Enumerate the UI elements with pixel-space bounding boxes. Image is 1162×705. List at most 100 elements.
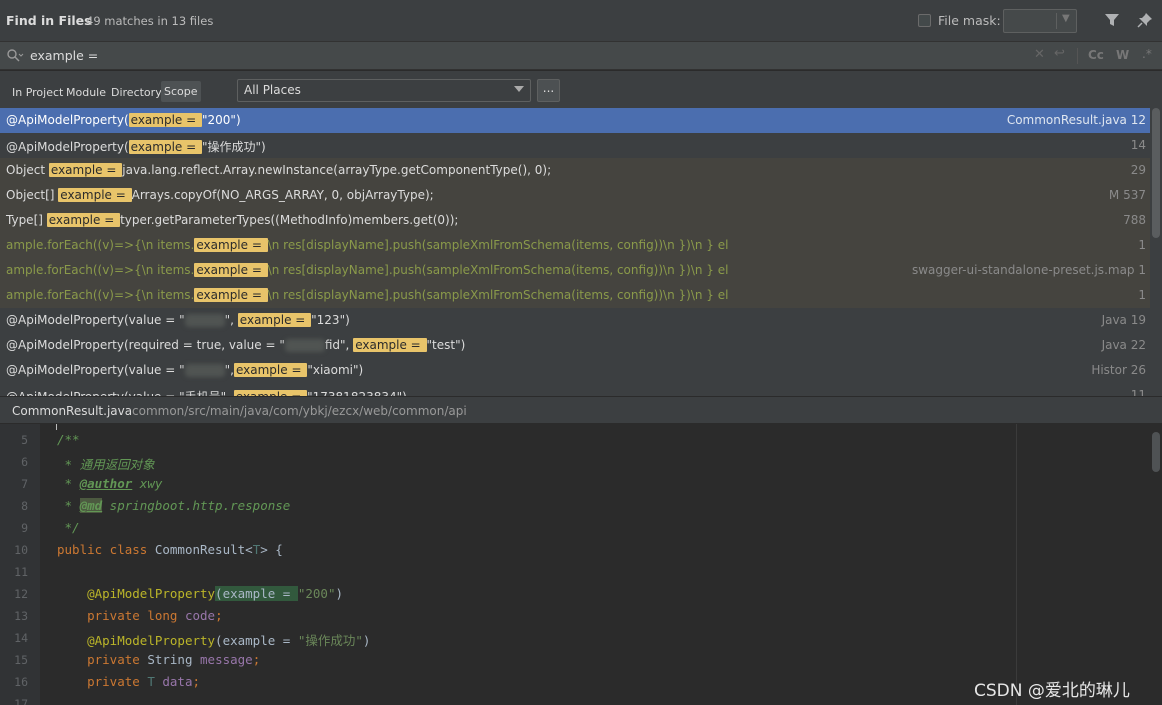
search-bar: example = ✕ ↩ Cc W .*: [0, 42, 1162, 70]
file-mask-combo[interactable]: ▼: [1003, 9, 1077, 33]
result-line-text: @ApiModelProperty(value = " ", example = …: [6, 313, 350, 327]
clear-icon[interactable]: ✕: [1034, 47, 1045, 62]
result-prefix: @ApiModelProperty(value = ": [6, 363, 185, 377]
tab-in-project[interactable]: In Project: [12, 86, 63, 99]
scope-places-select[interactable]: All Places: [237, 79, 531, 102]
result-suffix: "操作成功"): [202, 140, 266, 154]
result-suffix: Arrays.copyOf(NO_ARGS_ARRAY, 0, objArray…: [131, 188, 434, 202]
regex-toggle[interactable]: .*: [1142, 47, 1152, 61]
result-line-text: Object example = java.lang.reflect.Array…: [6, 163, 551, 177]
code-preview-editor[interactable]: 5 /** 6 * 通用返回对象 7 * @author xwy 8 * @md…: [0, 424, 1162, 705]
preview-file-path: common/src/main/java/com/ybkj/ezcx/web/c…: [132, 404, 467, 418]
line-number: 6: [21, 455, 28, 469]
line-number: 11: [14, 565, 28, 579]
keyword: long: [139, 608, 185, 623]
result-prefix: Type[]: [6, 213, 47, 227]
annotation: @ApiModelProperty: [87, 586, 216, 601]
result-suffix: "200"): [202, 113, 241, 127]
result-row[interactable]: @ApiModelProperty(value = " ", example = "…: [0, 358, 1150, 383]
code-line: 5 /**: [0, 430, 1150, 452]
search-input[interactable]: example =: [30, 48, 98, 63]
punctuation: ;: [252, 652, 261, 667]
result-row[interactable]: ample.forEach((v)=>{\n items. example = \…: [0, 233, 1150, 258]
result-mid: ",: [224, 363, 234, 377]
result-row[interactable]: ample.forEach((v)=>{\n items. example = \…: [0, 283, 1150, 308]
keyword: public: [57, 542, 103, 557]
field-name: message: [200, 652, 253, 667]
line-number: 12: [14, 587, 28, 601]
chevron-down-icon[interactable]: ▼: [1062, 13, 1070, 24]
field-name: data: [162, 674, 193, 689]
result-suffix: \n res[displayName].push(sampleXmlFromSc…: [267, 288, 729, 302]
line-number: 17: [14, 697, 28, 705]
file-mask-checkbox[interactable]: [918, 14, 931, 27]
code-line: 15 private String message;: [0, 650, 1150, 672]
result-row[interactable]: @ApiModelProperty(value = "手机号", example…: [0, 383, 1150, 396]
code-text: public class CommonResult<T> {: [57, 542, 283, 557]
code-line: 10 public class CommonResult<T> {: [0, 540, 1150, 562]
scope-row: In Project Module Directory Scope All Pl…: [0, 71, 1162, 108]
result-row[interactable]: @ApiModelProperty(example = "200") Common…: [0, 108, 1150, 133]
result-row[interactable]: ample.forEach((v)=>{\n items. example = \…: [0, 258, 1150, 283]
editor-scroll-thumb[interactable]: [1152, 432, 1160, 472]
result-row[interactable]: @ApiModelProperty(required = true, value…: [0, 333, 1150, 358]
pin-icon[interactable]: [1136, 11, 1154, 29]
result-row[interactable]: @ApiModelProperty(example = "操作成功") 14: [0, 133, 1150, 158]
search-match-highlight: example =: [128, 113, 202, 127]
result-line-text: @ApiModelProperty(example = "200"): [6, 113, 241, 127]
result-suffix: \n res[displayName].push(sampleXmlFromSc…: [267, 238, 729, 252]
tab-directory[interactable]: Directory: [111, 86, 162, 99]
tab-module[interactable]: Module: [66, 86, 106, 99]
result-line-text: @ApiModelProperty(value = "手机号", example…: [6, 388, 407, 396]
result-file-location: Java 19: [1101, 313, 1146, 327]
doc-tag: @md: [79, 498, 103, 513]
code-text: private long code;: [57, 608, 222, 623]
words-toggle[interactable]: W: [1116, 48, 1129, 62]
result-prefix: @ApiModelProperty(value = ": [6, 313, 185, 327]
result-file-location: 1: [1138, 238, 1146, 252]
redacted-text: [184, 364, 225, 377]
results-scrollbar[interactable]: [1150, 108, 1162, 396]
code-text: @ApiModelProperty(example = "200"): [57, 586, 343, 601]
search-icon[interactable]: [6, 48, 24, 64]
result-mid: fid",: [324, 338, 354, 352]
result-file-location: swagger-ui-standalone-preset.js.map 1: [911, 263, 1146, 277]
match-count: 49 matches in 13 files: [86, 14, 214, 28]
code-text: private T data;: [57, 674, 200, 689]
new-line-icon[interactable]: ↩: [1054, 46, 1065, 61]
result-prefix: @ApiModelProperty(required = true, value…: [6, 338, 285, 352]
annotation-args: (example =: [215, 633, 298, 648]
tab-scope[interactable]: Scope: [161, 81, 201, 102]
code-text: /**: [57, 432, 80, 447]
result-row[interactable]: Object example = java.lang.reflect.Array…: [0, 158, 1150, 183]
result-suffix: java.lang.reflect.Array.newInstance(arra…: [122, 163, 552, 177]
code-line: 13 private long code;: [0, 606, 1150, 628]
type-name: String: [139, 652, 201, 667]
result-prefix: Object[]: [6, 188, 59, 202]
result-file-location: 1: [1138, 288, 1146, 302]
search-match-highlight: example =: [353, 338, 427, 352]
result-line-text: ample.forEach((v)=>{\n items. example = \…: [6, 263, 728, 277]
code-text: private String message;: [57, 652, 260, 667]
results-scroll-thumb[interactable]: [1152, 108, 1160, 238]
result-row[interactable]: Type[] example = typer.getParameterTypes…: [0, 208, 1150, 233]
field-name: code: [184, 608, 216, 623]
line-number: 14: [14, 631, 28, 645]
result-line-text: ample.forEach((v)=>{\n items. example = \…: [6, 288, 728, 302]
redacted-text: [284, 339, 325, 352]
result-line-text: @ApiModelProperty(required = true, value…: [6, 338, 465, 352]
result-file-location: Java 22: [1101, 338, 1146, 352]
scope-places-value: All Places: [244, 83, 301, 97]
filter-icon[interactable]: [1104, 12, 1120, 28]
code-text: */: [57, 520, 80, 535]
browse-scope-button[interactable]: ...: [537, 79, 560, 102]
doc-tag: @author: [79, 476, 133, 491]
result-line-text: @ApiModelProperty(value = " ", example = "…: [6, 363, 363, 377]
result-suffix: "123"): [311, 313, 350, 327]
result-row[interactable]: Object[] example = Arrays.copyOf(NO_ARGS…: [0, 183, 1150, 208]
search-match-highlight: example =: [222, 586, 298, 601]
match-case-toggle[interactable]: Cc: [1088, 48, 1104, 62]
editor-scrollbar[interactable]: [1150, 424, 1162, 705]
result-row[interactable]: @ApiModelProperty(value = " ", example = …: [0, 308, 1150, 333]
result-prefix: ample.forEach((v)=>{\n items.: [6, 238, 195, 252]
